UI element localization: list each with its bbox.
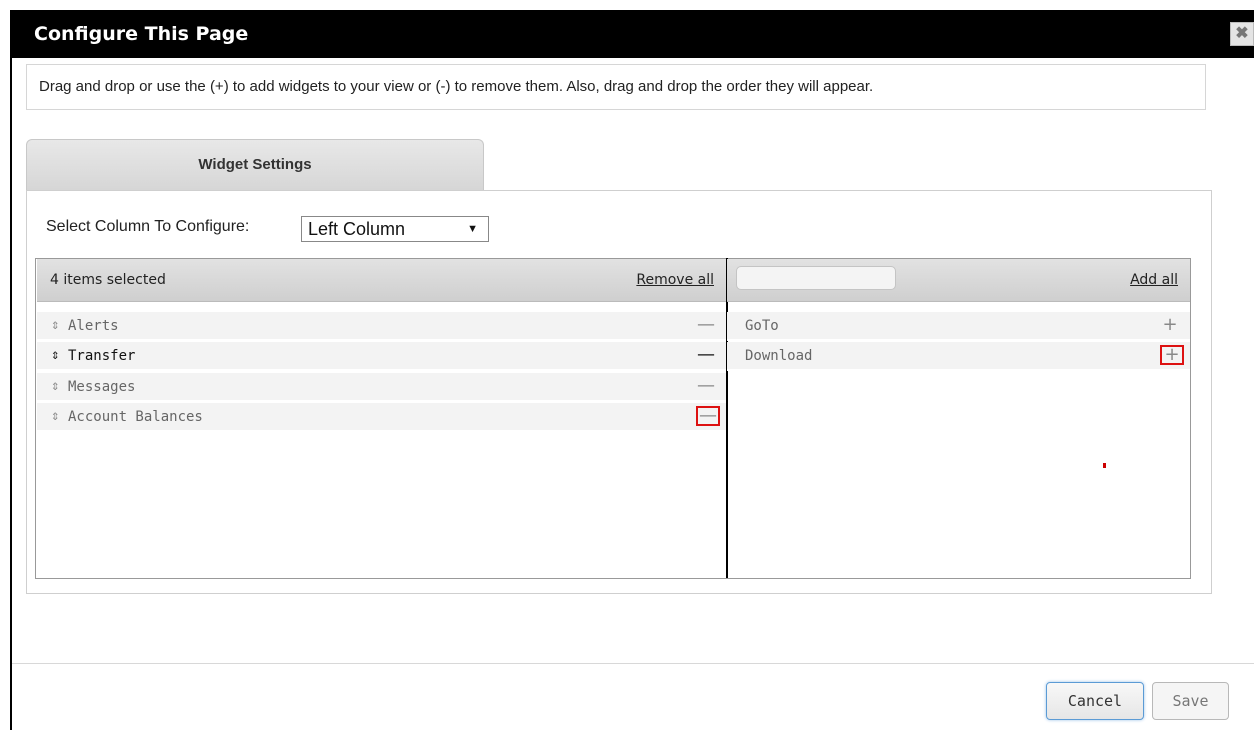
available-header: Add all (727, 259, 1190, 302)
list-item-label: Messages (68, 379, 136, 395)
drag-handle-icon[interactable]: ⇕ (51, 317, 59, 333)
drag-handle-icon[interactable]: ⇕ (51, 378, 59, 394)
list-item-goto[interactable]: GoTo + (727, 312, 1190, 341)
list-item-messages[interactable]: ⇕ Messages — (37, 373, 726, 402)
selected-widgets-column: 4 items selected Remove all ⇕ Alerts — ⇕… (37, 259, 726, 579)
remove-all-link[interactable]: Remove all (636, 272, 714, 288)
add-all-link[interactable]: Add all (1130, 272, 1178, 288)
list-item-transfer[interactable]: ⇕ Transfer — (37, 342, 726, 371)
add-button[interactable]: + (1160, 315, 1180, 335)
search-input[interactable] (736, 266, 896, 290)
dialog-title: Configure This Page (34, 23, 249, 45)
remove-button[interactable]: — (696, 315, 716, 335)
column-select[interactable]: Left Column ▼ (301, 216, 489, 242)
footer-divider (12, 663, 1254, 664)
remove-button[interactable]: — (696, 376, 716, 396)
add-button[interactable]: + (1160, 345, 1184, 365)
list-item-alerts[interactable]: ⇕ Alerts — (37, 312, 726, 341)
list-item-label: Account Balances (68, 409, 203, 425)
list-item-label: GoTo (745, 318, 779, 334)
red-marker (1103, 463, 1106, 468)
selected-count: 4 items selected (50, 272, 166, 288)
select-column-label: Select Column To Configure: (46, 218, 250, 235)
tab-widget-settings[interactable]: Widget Settings (26, 139, 484, 190)
instruction-text: Drag and drop or use the (+) to add widg… (26, 64, 1206, 110)
list-item-download[interactable]: Download + (727, 342, 1190, 371)
drag-handle-icon[interactable]: ⇕ (51, 347, 59, 363)
list-item-account-balances[interactable]: ⇕ Account Balances — (37, 403, 726, 432)
list-item-label: Download (745, 348, 813, 364)
close-icon[interactable]: ✖ (1230, 22, 1254, 46)
remove-button[interactable]: — (696, 406, 720, 426)
dialog-titlebar: Configure This Page ✖ (12, 10, 1254, 58)
drag-handle-icon[interactable]: ⇕ (51, 408, 59, 424)
list-item-label: Alerts (68, 318, 119, 334)
cancel-button[interactable]: Cancel (1046, 682, 1144, 720)
list-item-label: Transfer (68, 348, 136, 364)
available-widgets-column: Add all GoTo + Download + (727, 259, 1190, 579)
selected-header: 4 items selected Remove all (37, 259, 726, 302)
remove-button[interactable]: — (696, 345, 716, 365)
column-select-value: Left Column (308, 219, 406, 239)
save-button[interactable]: Save (1152, 682, 1229, 720)
chevron-down-icon: ▼ (467, 223, 478, 235)
